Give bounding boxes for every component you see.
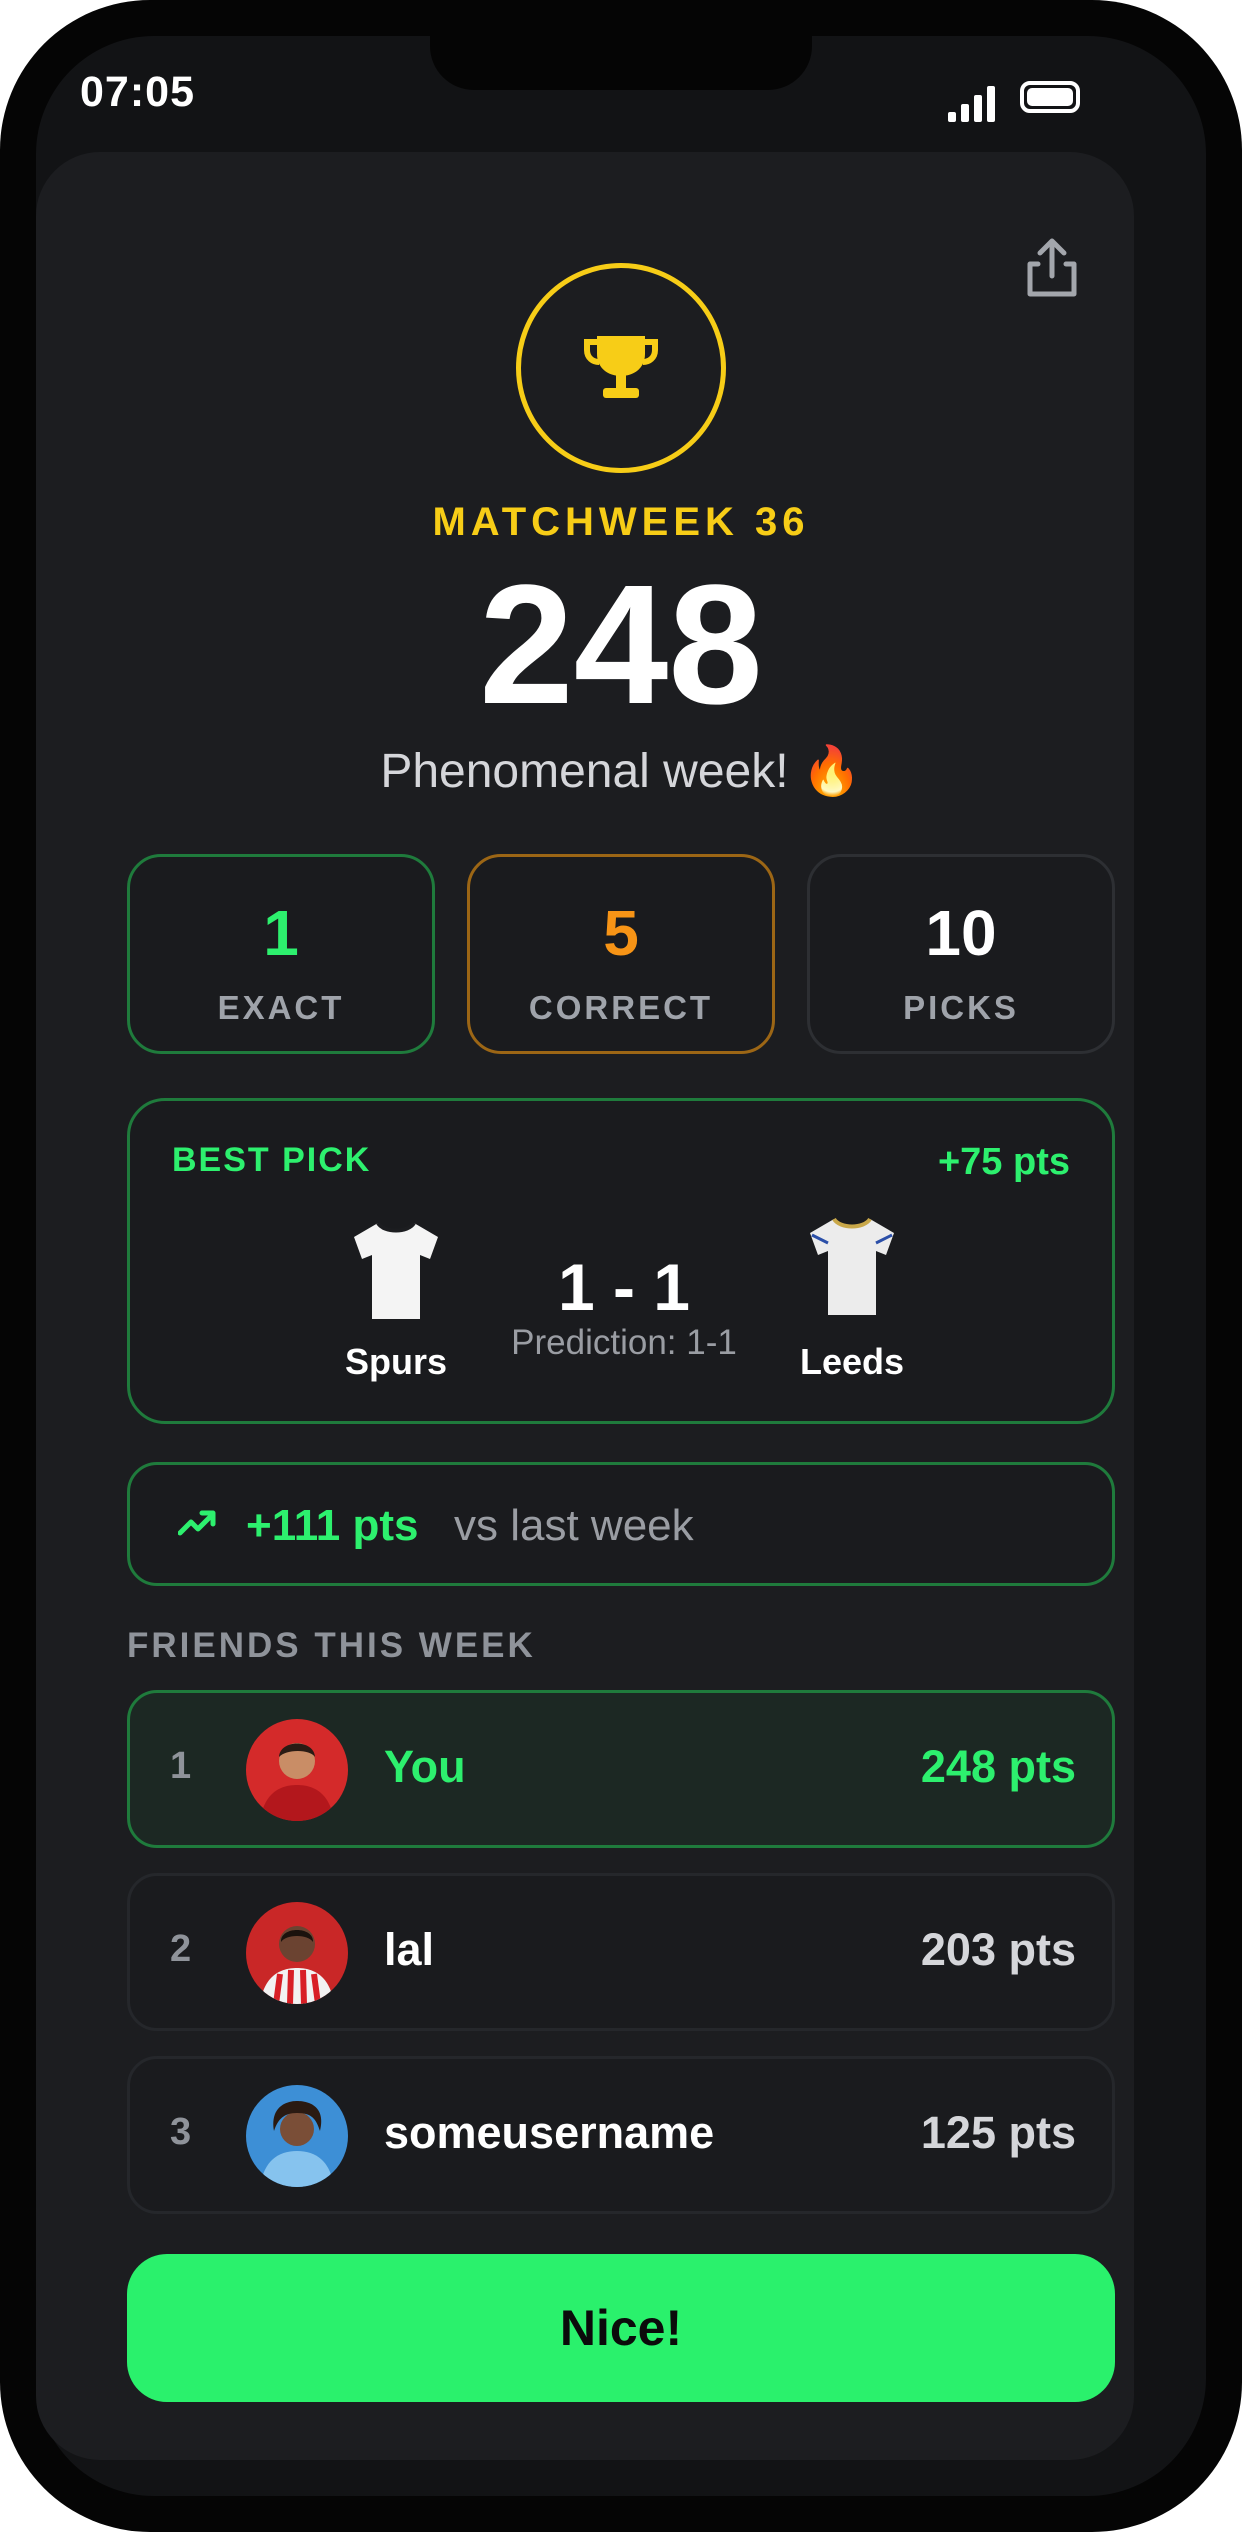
signal-icon (948, 86, 995, 122)
best-pick-label: BEST PICK (172, 1141, 372, 1179)
stat-picks: 10 PICKS (807, 854, 1115, 1054)
matchweek-label: MATCHWEEK 36 (432, 500, 810, 544)
trend-card: +111 pts vs last week (127, 1462, 1115, 1586)
friend-points: 203 pts (920, 1924, 1076, 1975)
total-score: 248 (479, 550, 763, 740)
friend-points: 248 pts (920, 1741, 1076, 1792)
stat-label: CORRECT (528, 989, 714, 1026)
friend-rank: 1 (170, 1745, 192, 1787)
avatar (246, 1719, 348, 1821)
battery-icon (1020, 81, 1080, 113)
friend-name: You (384, 1741, 466, 1792)
friend-row[interactable]: 2 lal 203 pts (127, 1873, 1115, 2031)
stat-exact: 1 EXACT (127, 854, 435, 1054)
friend-name: someusername (384, 2107, 715, 2158)
tagline: Phenomenal week! 🔥 (380, 745, 862, 798)
trending-up-icon (178, 1510, 216, 1536)
nice-button[interactable]: Nice! (127, 2254, 1115, 2402)
friend-row[interactable]: 3 someusername 125 pts (127, 2056, 1115, 2214)
stat-value: 1 (263, 897, 299, 969)
friends-heading: FRIENDS THIS WEEK (127, 1626, 536, 1665)
best-pick-points: +75 pts (937, 1141, 1070, 1183)
friend-name: lal (384, 1924, 435, 1975)
away-shirt-icon (810, 1217, 894, 1315)
avatar (246, 1902, 348, 2004)
stat-label: EXACT (217, 989, 345, 1026)
trend-text: vs last week (454, 1501, 694, 1550)
avatar (246, 2085, 348, 2187)
match-score: 1 - 1 (557, 1250, 691, 1324)
stat-value: 10 (925, 897, 997, 969)
friend-rank: 2 (170, 1928, 192, 1970)
stat-value: 5 (603, 897, 639, 969)
best-pick-card: BEST PICK +75 pts Spurs 1 - 1 Prediction… (127, 1098, 1115, 1424)
away-team-name: Leeds (799, 1341, 905, 1382)
trophy-badge (516, 263, 726, 473)
trophy-icon (584, 336, 658, 398)
share-icon[interactable] (1022, 236, 1082, 300)
stat-label: PICKS (903, 989, 1019, 1026)
friend-points: 125 pts (920, 2107, 1076, 2158)
status-time: 07:05 (80, 68, 195, 116)
prediction-text: Prediction: 1-1 (511, 1323, 737, 1362)
notch (430, 36, 812, 90)
friend-rank: 3 (170, 2111, 192, 2153)
trend-gain: +111 pts (246, 1501, 419, 1550)
stat-correct: 5 CORRECT (467, 854, 775, 1054)
friend-row-you[interactable]: 1 You 248 pts (127, 1690, 1115, 1848)
